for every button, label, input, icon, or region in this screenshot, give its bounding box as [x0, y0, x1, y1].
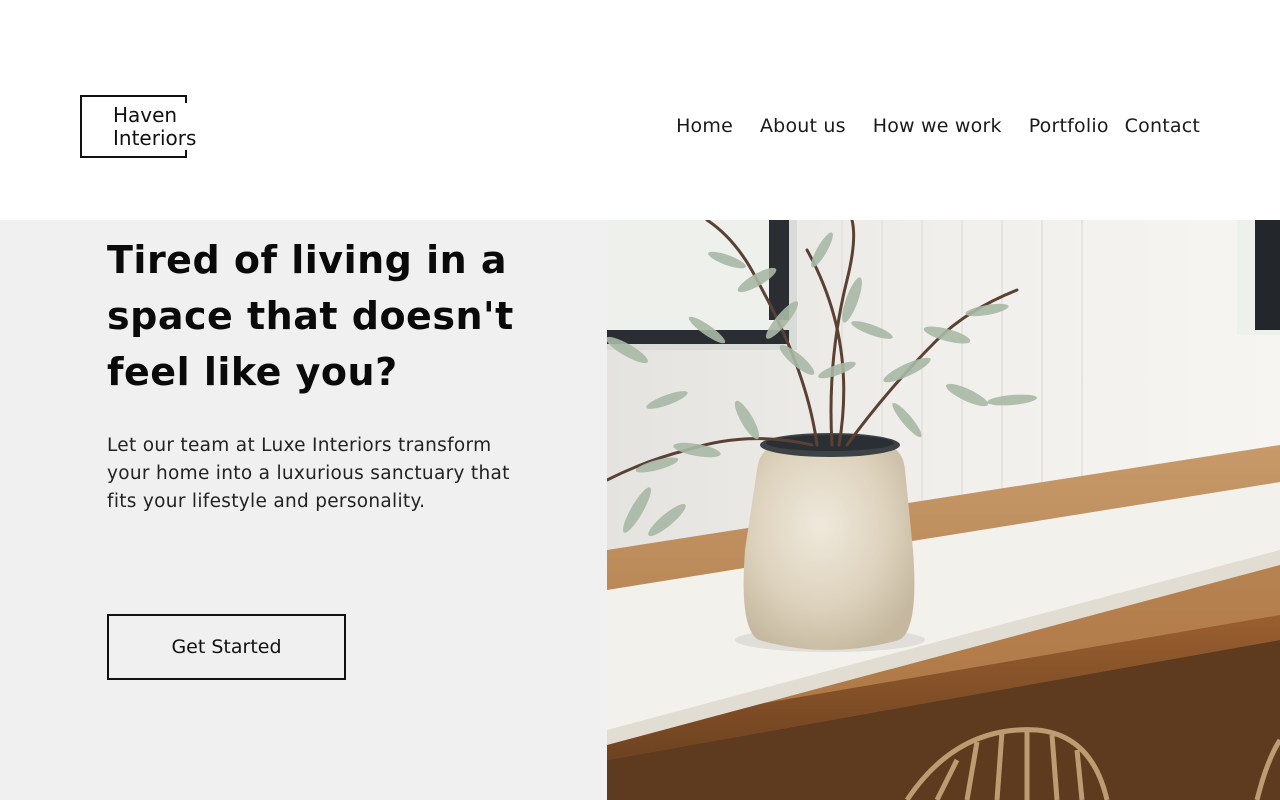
nav-link-home[interactable]: Home	[676, 115, 733, 137]
logo-text: Haven Interiors	[113, 104, 196, 150]
hero-title: Tired of living in a space that doesn't …	[107, 238, 514, 394]
nav-link-portfolio[interactable]: Portfolio	[1029, 115, 1109, 137]
logo-line-1: Haven	[113, 103, 178, 127]
nav-link-contact[interactable]: Contact	[1125, 115, 1200, 137]
main-nav: Home About us How we work Portfolio Cont…	[676, 112, 1200, 140]
get-started-button[interactable]: Get Started	[107, 614, 346, 680]
nav-link-about-us[interactable]: About us	[760, 115, 846, 137]
logo-line-2: Interiors	[113, 126, 197, 150]
hero-description: Let our team at Luxe Interiors transform…	[107, 435, 510, 512]
nav-link-how-we-work[interactable]: How we work	[873, 115, 1002, 137]
hero-image	[607, 220, 1280, 800]
site-header: Haven Interiors Home About us How we wor…	[0, 0, 1280, 220]
hero-text-panel: Tired of living in a space that doesn't …	[0, 220, 607, 800]
brand-logo[interactable]: Haven Interiors	[80, 95, 196, 158]
